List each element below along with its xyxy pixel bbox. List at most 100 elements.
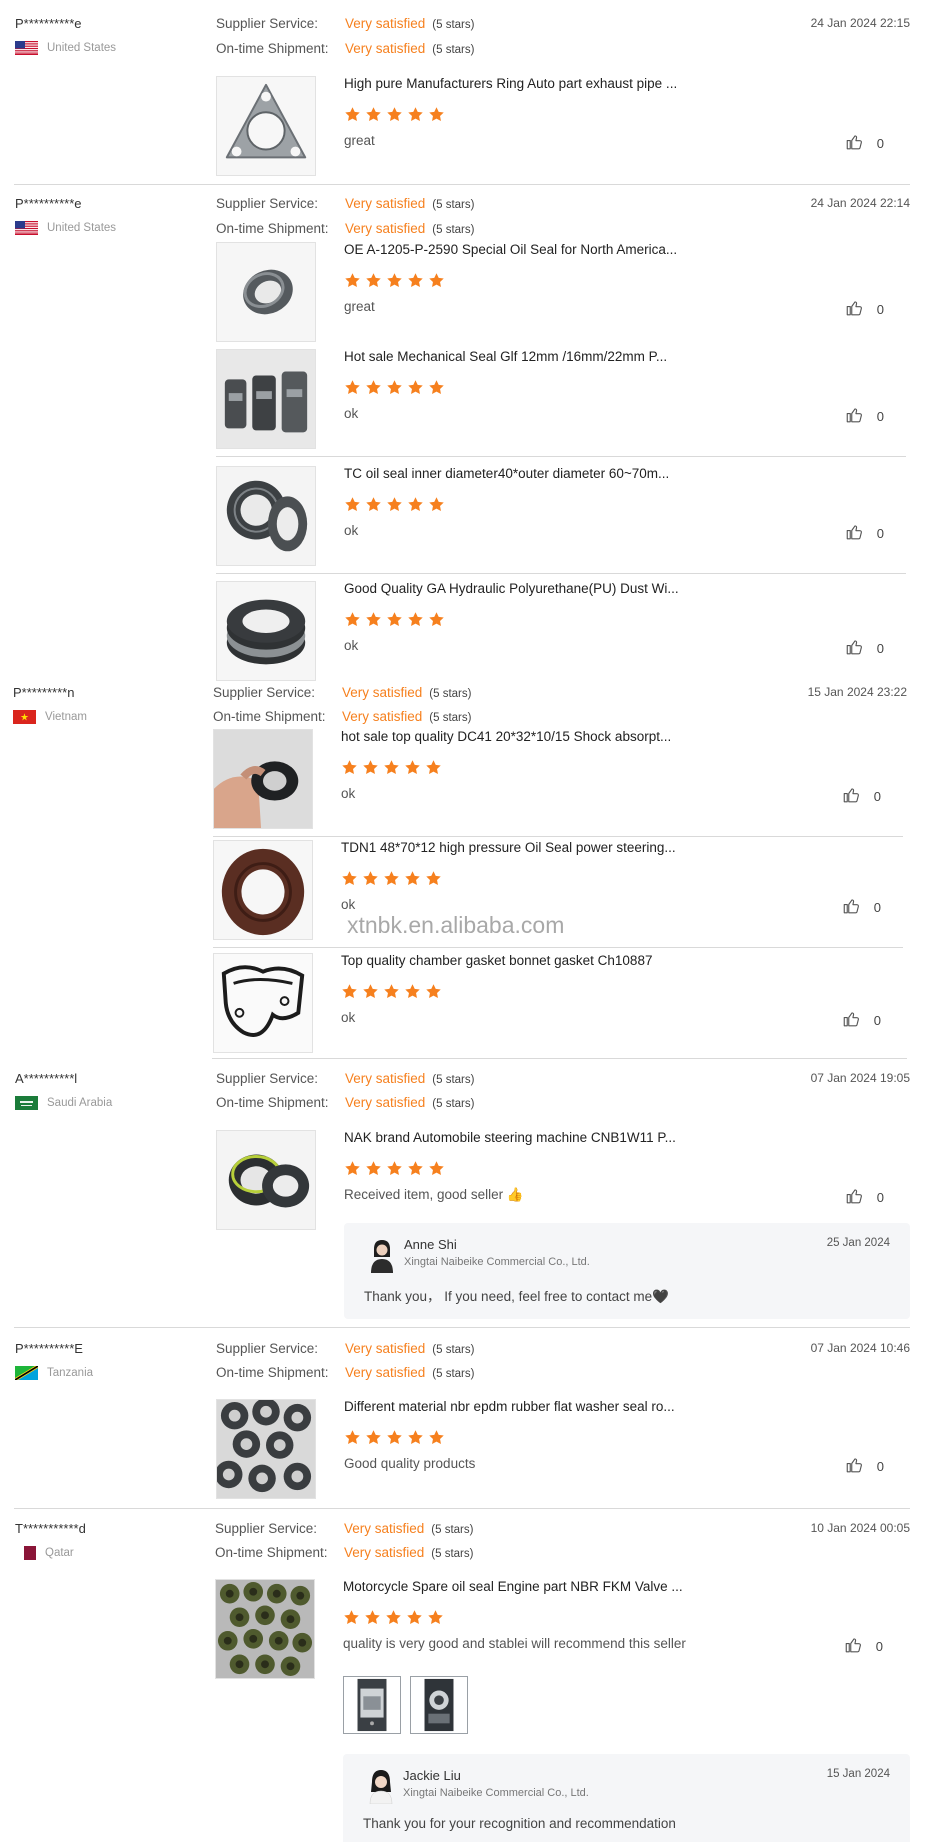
valve-seal-image[interactable]: [215, 1579, 315, 1679]
star-icon: [365, 272, 382, 294]
product-title[interactable]: Different material nbr epdm rubber flat …: [344, 1399, 675, 1414]
review-comment: great: [344, 299, 375, 314]
like-button[interactable]: 0: [845, 133, 884, 154]
product-title[interactable]: TC oil seal inner diameter40*outer diame…: [344, 466, 669, 481]
product-title[interactable]: hot sale top quality DC41 20*32*10/15 Sh…: [341, 729, 671, 744]
like-button[interactable]: 0: [845, 638, 884, 659]
star-icon: [341, 870, 358, 892]
supplier-service-label: Supplier Service:: [213, 685, 316, 700]
shipment-rating: Very satisfied (5 stars): [345, 1365, 475, 1380]
brown-oil-seal-image[interactable]: [213, 840, 313, 940]
thumbs-up-icon: [844, 1636, 862, 1657]
mechanical-seal-image[interactable]: [216, 349, 316, 449]
thumbs-up-icon: [842, 1010, 860, 1031]
thumbs-up-icon: [842, 897, 860, 918]
star-icon: [386, 611, 403, 633]
star-icon: [404, 759, 421, 781]
vietnam-flag-icon: [13, 710, 36, 724]
star-icon: [344, 1160, 361, 1182]
star-icon: [386, 1429, 403, 1451]
like-count: 0: [873, 789, 881, 804]
buyer-name: T***********d: [15, 1521, 86, 1536]
like-button[interactable]: 0: [845, 1456, 884, 1477]
review-comment: quality is very good and stablei will re…: [343, 1636, 686, 1651]
product-review: Top quality chamber gasket bonnet gasket…: [213, 953, 903, 1053]
product-review: Hot sale Mechanical Seal Glf 12mm /16mm/…: [216, 349, 906, 457]
review-comment: ok: [344, 638, 359, 653]
like-button[interactable]: 0: [845, 406, 884, 427]
buyer-photo[interactable]: [343, 1676, 401, 1734]
supplier-service-label: Supplier Service:: [216, 16, 319, 31]
like-button[interactable]: 0: [842, 1010, 881, 1031]
reply-date: 15 Jan 2024: [826, 1768, 890, 1780]
star-icon: [386, 106, 403, 128]
product-divider: [213, 947, 903, 948]
product-title[interactable]: Top quality chamber gasket bonnet gasket…: [341, 953, 652, 968]
like-count: 0: [876, 409, 884, 424]
product-title[interactable]: TDN1 48*70*12 high pressure Oil Seal pow…: [341, 840, 676, 855]
thumbs-up-icon: [845, 638, 863, 659]
washer-seal-image[interactable]: [216, 1399, 316, 1499]
buyer-name: P**********E: [15, 1341, 83, 1356]
review-divider: [212, 1058, 907, 1059]
star-icon: [386, 379, 403, 401]
review-comment: great: [344, 133, 375, 148]
product-title[interactable]: Hot sale Mechanical Seal Glf 12mm /16mm/…: [344, 349, 667, 364]
country-name: Qatar: [45, 1547, 74, 1559]
star-icon: [365, 379, 382, 401]
like-button[interactable]: 0: [845, 299, 884, 320]
product-review: Motorcycle Spare oil seal Engine part NB…: [215, 1579, 905, 1679]
like-button[interactable]: 0: [842, 786, 881, 807]
review-comment: ok: [341, 786, 356, 801]
product-title[interactable]: Good Quality GA Hydraulic Polyurethane(P…: [344, 581, 679, 596]
star-icon: [383, 759, 400, 781]
tc-oil-seal-image[interactable]: [216, 466, 316, 566]
like-button[interactable]: 0: [845, 523, 884, 544]
star-rating: [344, 611, 445, 633]
shipment-label: On-time Shipment:: [216, 1095, 329, 1110]
like-button[interactable]: 0: [844, 1636, 883, 1657]
like-count: 0: [873, 1013, 881, 1028]
like-count: 0: [876, 136, 884, 151]
thumbs-up-icon: [845, 133, 863, 154]
like-count: 0: [876, 302, 884, 317]
star-icon: [407, 1160, 424, 1182]
supplier-service-label: Supplier Service:: [216, 1071, 319, 1086]
exhaust-gasket-image[interactable]: [216, 76, 316, 176]
review-date: 07 Jan 2024 19:05: [810, 1071, 910, 1085]
star-icon: [383, 870, 400, 892]
steering-seal-image[interactable]: [216, 1130, 316, 1230]
like-button[interactable]: 0: [845, 1187, 884, 1208]
star-icon: [428, 379, 445, 401]
review-divider: [14, 1508, 910, 1509]
star-icon: [344, 106, 361, 128]
product-title[interactable]: Motorcycle Spare oil seal Engine part NB…: [343, 1579, 683, 1594]
like-button[interactable]: 0: [842, 897, 881, 918]
shipment-rating: Very satisfied (5 stars): [345, 1095, 475, 1110]
star-rating: [344, 379, 445, 401]
review-date: 07 Jan 2024 10:46: [810, 1341, 910, 1355]
star-icon: [428, 611, 445, 633]
reply-company: Xingtai Naibeike Commercial Co., Ltd.: [404, 1256, 590, 1268]
product-title[interactable]: NAK brand Automobile steering machine CN…: [344, 1130, 676, 1145]
star-icon: [428, 496, 445, 518]
buyer-photo[interactable]: [410, 1676, 468, 1734]
star-icon: [364, 1609, 381, 1631]
buyer-country: Vietnam: [13, 710, 87, 724]
oil-seal-image[interactable]: [216, 242, 316, 342]
chamber-gasket-image[interactable]: [213, 953, 313, 1053]
product-divider: [216, 573, 906, 574]
dust-wiper-image[interactable]: [216, 581, 316, 681]
shipment-label: On-time Shipment:: [216, 221, 329, 236]
star-icon: [362, 759, 379, 781]
shock-seal-image[interactable]: [213, 729, 313, 829]
review-divider: [14, 1327, 910, 1328]
supplier-service-rating: Very satisfied (5 stars): [345, 1341, 475, 1356]
like-count: 0: [876, 1459, 884, 1474]
saudi-flag-icon: [15, 1096, 38, 1110]
supplier-reply: Anne Shi Xingtai Naibeike Commercial Co.…: [344, 1223, 910, 1319]
shipment-rating: Very satisfied (5 stars): [344, 1545, 474, 1560]
product-title[interactable]: High pure Manufacturers Ring Auto part e…: [344, 76, 677, 91]
star-icon: [428, 1160, 445, 1182]
product-title[interactable]: OE A-1205-P-2590 Special Oil Seal for No…: [344, 242, 677, 257]
